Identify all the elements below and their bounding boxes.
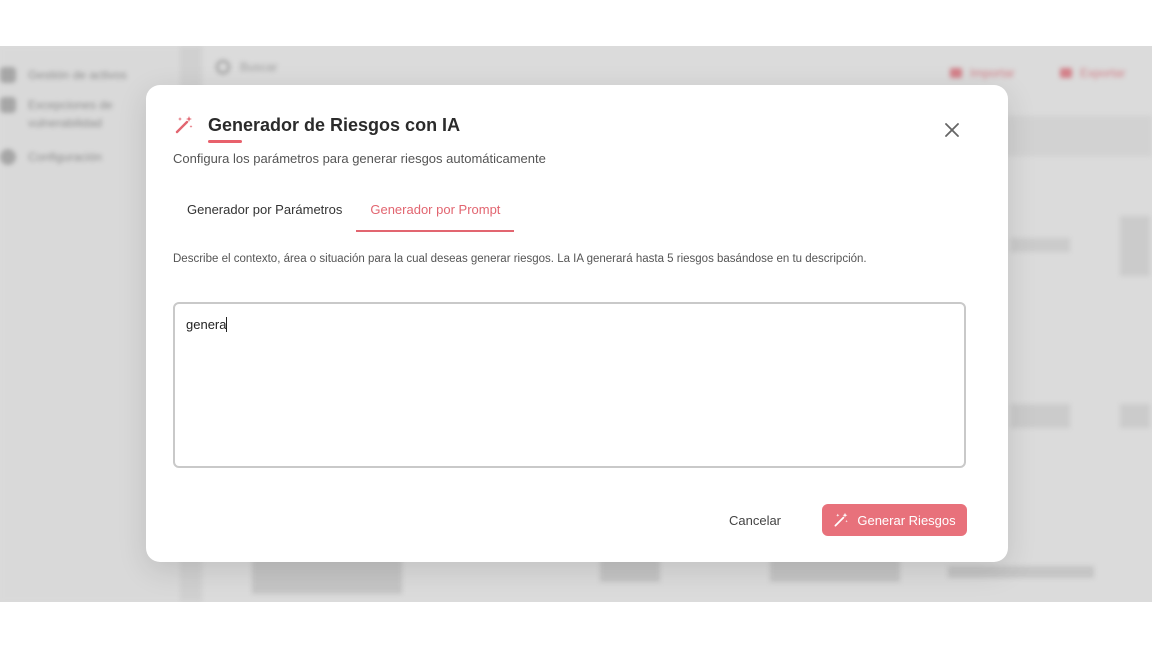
prompt-textarea[interactable]: genera: [173, 302, 966, 468]
prompt-text: genera: [186, 317, 227, 332]
tab-parameters[interactable]: Generador por Parámetros: [173, 190, 356, 232]
generator-tabs: Generador por Parámetros Generador por P…: [173, 190, 515, 232]
risk-generator-modal: Generador de Riesgos con IA Configura lo…: [146, 85, 1008, 562]
cancel-button[interactable]: Cancelar: [712, 504, 798, 536]
title-underline: [208, 140, 242, 143]
modal-title: Generador de Riesgos con IA: [208, 115, 461, 135]
generate-risks-label: Generar Riesgos: [857, 512, 956, 528]
modal-subtitle: Configura los parámetros para generar ri…: [173, 151, 546, 166]
generate-risks-button[interactable]: Generar Riesgos: [822, 504, 967, 536]
text-caret: [226, 317, 228, 332]
tab-prompt[interactable]: Generador por Prompt: [356, 190, 515, 232]
magic-wand-icon: [834, 512, 849, 527]
close-icon[interactable]: [942, 120, 962, 140]
magic-wand-icon: [175, 116, 193, 134]
prompt-description: Describe el contexto, área o situación p…: [173, 253, 867, 265]
